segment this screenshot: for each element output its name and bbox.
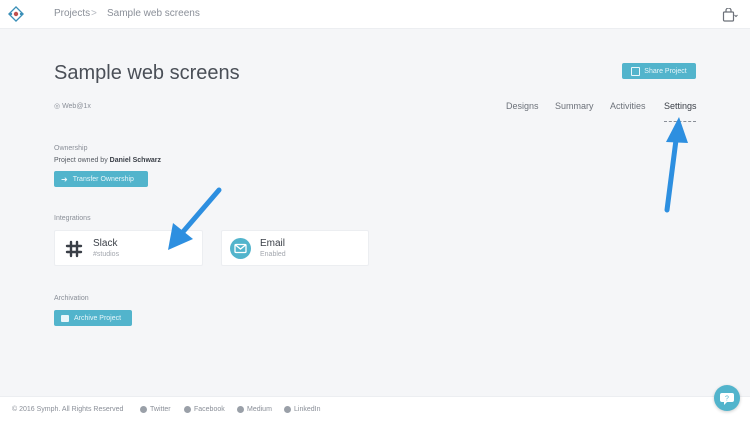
- twitter-icon: [140, 406, 147, 413]
- integration-card-email[interactable]: Email Enabled: [221, 230, 369, 266]
- share-project-label: Share Project: [644, 67, 687, 75]
- transfer-ownership-label: Transfer Ownership: [72, 175, 134, 183]
- facebook-icon: [184, 406, 191, 413]
- page-title: Sample web screens: [54, 62, 240, 84]
- footer-link-facebook[interactable]: Facebook: [184, 406, 225, 413]
- medium-icon: [237, 406, 244, 413]
- chat-bubble-icon: ?: [720, 393, 734, 405]
- breadcrumb-separator: >: [91, 8, 97, 19]
- integration-name: Slack: [93, 238, 118, 249]
- ownership-section-label: Ownership: [54, 145, 88, 152]
- arrow-right-icon: ➜: [61, 174, 68, 184]
- help-chat-button[interactable]: ?: [714, 385, 740, 411]
- integration-status: Enabled: [260, 251, 286, 258]
- footer-link-label: Twitter: [150, 406, 171, 413]
- tab-summary[interactable]: Summary: [555, 101, 594, 111]
- project-owner-text: Project owned by Daniel Schwarz: [54, 157, 161, 164]
- integration-name: Email: [260, 238, 286, 249]
- integrations-section-label: Integrations: [54, 215, 91, 222]
- footer-link-label: Facebook: [194, 406, 225, 413]
- app-logo-icon[interactable]: [8, 6, 24, 22]
- footer-link-label: Medium: [247, 406, 272, 413]
- archive-project-label: Archive Project: [74, 314, 122, 322]
- integration-card-slack[interactable]: Slack #studios: [54, 230, 203, 266]
- platform-label: Web@1x: [62, 103, 91, 110]
- slack-icon: [65, 240, 83, 258]
- footer-link-twitter[interactable]: Twitter: [140, 406, 171, 413]
- top-bar: Projects > Sample web screens: [0, 0, 750, 29]
- transfer-ownership-button[interactable]: ➜ Transfer Ownership: [54, 171, 148, 187]
- breadcrumb-current: Sample web screens: [107, 8, 200, 19]
- platform-tag: ◎ Web@1x: [54, 102, 91, 110]
- footer: © 2016 Symph. All Rights Reserved Twitte…: [0, 396, 750, 423]
- archive-project-button[interactable]: Archive Project: [54, 310, 132, 326]
- tab-designs[interactable]: Designs: [506, 101, 539, 111]
- tab-activities[interactable]: Activities: [610, 101, 646, 111]
- mail-icon: [230, 238, 251, 259]
- tab-settings[interactable]: Settings: [664, 101, 697, 111]
- archive-box-icon: [61, 314, 69, 322]
- active-tab-underline: [664, 121, 696, 122]
- integration-status: #studios: [93, 251, 120, 258]
- footer-link-medium[interactable]: Medium: [237, 406, 272, 413]
- svg-text:?: ?: [725, 396, 729, 403]
- share-project-button[interactable]: Share Project: [622, 63, 696, 79]
- account-bag-icon[interactable]: [722, 8, 738, 22]
- arrow-to-settings-icon: [664, 117, 688, 213]
- breadcrumb-projects-link[interactable]: Projects: [54, 8, 90, 19]
- footer-link-label: LinkedIn: [294, 406, 321, 413]
- linkedin-icon: [284, 406, 291, 413]
- share-icon: [631, 66, 641, 76]
- platform-icon: ◎: [54, 103, 63, 110]
- footer-link-linkedin[interactable]: LinkedIn: [284, 406, 320, 413]
- owner-name: Daniel Schwarz: [109, 157, 162, 164]
- footer-copyright: © 2016 Symph. All Rights Reserved: [12, 406, 124, 413]
- archivation-section-label: Archivation: [54, 295, 89, 302]
- owner-prefix: Project owned by: [54, 157, 108, 164]
